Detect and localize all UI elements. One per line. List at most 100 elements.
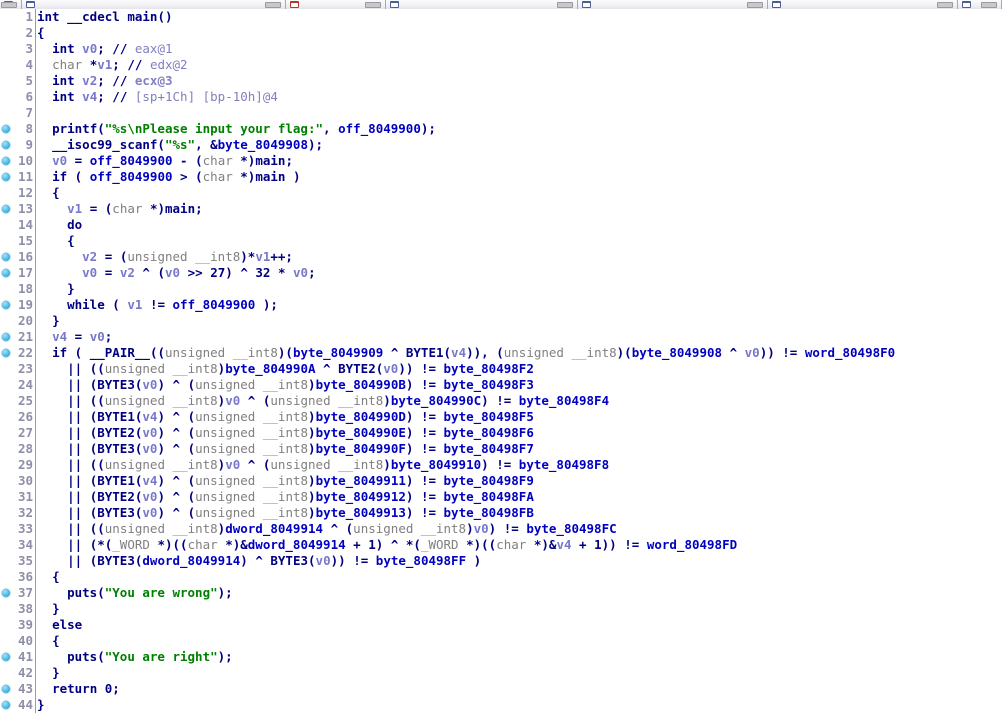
breakpoint-gutter[interactable]	[0, 377, 13, 393]
code-text[interactable]: || (*(_WORD *)((char *)&dword_8049914 + …	[37, 537, 737, 553]
code-line[interactable]: 13 v1 = (char *)main;	[0, 201, 1002, 217]
code-text[interactable]: }	[37, 281, 75, 297]
code-line[interactable]: 43 return 0;	[0, 681, 1002, 697]
breakpoint-gutter[interactable]	[0, 345, 13, 361]
breakpoint-gutter[interactable]	[0, 681, 13, 697]
code-line[interactable]: 34 || (*(_WORD *)((char *)&dword_8049914…	[0, 537, 1002, 553]
window-controls-icon[interactable]	[365, 2, 381, 8]
code-line[interactable]: 11 if ( off_8049900 > (char *)main )	[0, 169, 1002, 185]
code-line[interactable]: 17 v0 = v2 ^ (v0 >> 27) ^ 32 * v0;	[0, 265, 1002, 281]
breakpoint-gutter[interactable]	[0, 601, 13, 617]
code-line[interactable]: 9 __isoc99_scanf("%s", &byte_8049908);	[0, 137, 1002, 153]
code-line[interactable]: 26 || (BYTE1(v4) ^ (unsigned __int8)byte…	[0, 409, 1002, 425]
code-line[interactable]: 32 || (BYTE3(v0) ^ (unsigned __int8)byte…	[0, 505, 1002, 521]
address-dot-icon[interactable]	[2, 205, 10, 213]
breakpoint-gutter[interactable]	[0, 393, 13, 409]
window-controls-icon[interactable]	[557, 2, 573, 8]
code-text[interactable]: }	[37, 601, 60, 617]
window-title-sliver-5[interactable]	[768, 0, 958, 9]
code-text[interactable]: || ((unsigned __int8)byte_804990A ^ BYTE…	[37, 361, 534, 377]
breakpoint-gutter[interactable]	[0, 441, 13, 457]
breakpoint-gutter[interactable]	[0, 217, 13, 233]
code-line[interactable]: 12 {	[0, 185, 1002, 201]
breakpoint-gutter[interactable]	[0, 569, 13, 585]
code-text[interactable]: if ( off_8049900 > (char *)main )	[37, 169, 300, 185]
code-line[interactable]: 29 || ((unsigned __int8)v0 ^ (unsigned _…	[0, 457, 1002, 473]
code-line[interactable]: 3 int v0; // eax@1	[0, 41, 1002, 57]
code-text[interactable]: || (BYTE3(v0) ^ (unsigned __int8)byte_80…	[37, 441, 534, 457]
address-dot-icon[interactable]	[2, 141, 10, 149]
code-line[interactable]: 18 }	[0, 281, 1002, 297]
breakpoint-gutter[interactable]	[0, 521, 13, 537]
code-text[interactable]: {	[37, 233, 75, 249]
breakpoint-gutter[interactable]	[0, 89, 13, 105]
breakpoint-gutter[interactable]	[0, 249, 13, 265]
address-dot-icon[interactable]	[2, 701, 10, 709]
breakpoint-gutter[interactable]	[0, 201, 13, 217]
code-text[interactable]: v1 = (char *)main;	[37, 201, 203, 217]
code-text[interactable]: }	[37, 313, 60, 329]
code-text[interactable]: {	[37, 25, 45, 41]
code-line[interactable]: 7	[0, 105, 1002, 121]
address-dot-icon[interactable]	[2, 173, 10, 181]
code-line[interactable]: 42 }	[0, 665, 1002, 681]
code-line[interactable]: 15 {	[0, 233, 1002, 249]
code-line[interactable]: 14 do	[0, 217, 1002, 233]
code-line[interactable]: 24 || (BYTE3(v0) ^ (unsigned __int8)byte…	[0, 377, 1002, 393]
code-text[interactable]: int v2; // ecx@3	[37, 73, 172, 89]
breakpoint-gutter[interactable]	[0, 153, 13, 169]
code-text[interactable]: || (BYTE1(v4) ^ (unsigned __int8)byte_80…	[37, 473, 534, 489]
code-text[interactable]: || ((unsigned __int8)v0 ^ (unsigned __in…	[37, 393, 609, 409]
breakpoint-gutter[interactable]	[0, 265, 13, 281]
breakpoint-gutter[interactable]	[0, 457, 13, 473]
code-line[interactable]: 2{	[0, 25, 1002, 41]
address-dot-icon[interactable]	[2, 685, 10, 693]
breakpoint-gutter[interactable]	[0, 585, 13, 601]
address-dot-icon[interactable]	[2, 269, 10, 277]
window-controls-icon[interactable]	[1, 2, 17, 8]
breakpoint-gutter[interactable]	[0, 137, 13, 153]
code-text[interactable]: int v4; // [sp+1Ch] [bp-10h]@4	[37, 89, 278, 105]
code-text[interactable]: __isoc99_scanf("%s", &byte_8049908);	[37, 137, 323, 153]
code-line[interactable]: 27 || (BYTE2(v0) ^ (unsigned __int8)byte…	[0, 425, 1002, 441]
code-text[interactable]: int v0; // eax@1	[37, 41, 172, 57]
breakpoint-gutter[interactable]	[0, 473, 13, 489]
window-controls-icon[interactable]	[265, 2, 281, 8]
address-dot-icon[interactable]	[2, 349, 10, 357]
code-text[interactable]: || (BYTE3(dword_8049914) ^ BYTE3(v0)) !=…	[37, 553, 481, 569]
breakpoint-gutter[interactable]	[0, 633, 13, 649]
address-dot-icon[interactable]	[2, 157, 10, 165]
breakpoint-gutter[interactable]	[0, 665, 13, 681]
code-line[interactable]: 30 || (BYTE1(v4) ^ (unsigned __int8)byte…	[0, 473, 1002, 489]
window-controls-icon[interactable]	[937, 2, 953, 8]
code-text[interactable]: || ((unsigned __int8)v0 ^ (unsigned __in…	[37, 457, 609, 473]
window-title-sliver-6[interactable]	[958, 0, 1002, 9]
code-line[interactable]: 21 v4 = v0;	[0, 329, 1002, 345]
pseudocode-editor[interactable]: 1 int __cdecl main() 2{3 int v0; // eax@1 4…	[0, 9, 1002, 719]
code-line[interactable]: 41 puts("You are right");	[0, 649, 1002, 665]
breakpoint-gutter[interactable]	[0, 649, 13, 665]
breakpoint-gutter[interactable]	[0, 297, 13, 313]
breakpoint-gutter[interactable]	[0, 361, 13, 377]
breakpoint-gutter[interactable]	[0, 73, 13, 89]
breakpoint-gutter[interactable]	[0, 57, 13, 73]
breakpoint-gutter[interactable]	[0, 169, 13, 185]
code-text[interactable]: v0 = v2 ^ (v0 >> 27) ^ 32 * v0;	[37, 265, 315, 281]
breakpoint-gutter[interactable]	[0, 553, 13, 569]
code-text[interactable]: || (BYTE3(v0) ^ (unsigned __int8)byte_80…	[37, 505, 534, 521]
breakpoint-gutter[interactable]	[0, 105, 13, 121]
code-text[interactable]: else	[37, 617, 82, 633]
code-line[interactable]: 36 {	[0, 569, 1002, 585]
code-text[interactable]: char *v1; // edx@2	[37, 57, 188, 73]
breakpoint-gutter[interactable]	[0, 617, 13, 633]
address-dot-icon[interactable]	[2, 253, 10, 261]
breakpoint-gutter[interactable]	[0, 697, 13, 713]
code-text[interactable]: || (BYTE1(v4) ^ (unsigned __int8)byte_80…	[37, 409, 534, 425]
breakpoint-gutter[interactable]	[0, 233, 13, 249]
window-title-sliver-2[interactable]	[286, 0, 386, 9]
window-controls-icon[interactable]	[981, 2, 997, 8]
code-text[interactable]: v0 = off_8049900 - (char *)main;	[37, 153, 293, 169]
code-line[interactable]: 10 v0 = off_8049900 - (char *)main;	[0, 153, 1002, 169]
code-line[interactable]: 19 while ( v1 != off_8049900 );	[0, 297, 1002, 313]
window-title-sliver-3[interactable]	[386, 0, 578, 9]
